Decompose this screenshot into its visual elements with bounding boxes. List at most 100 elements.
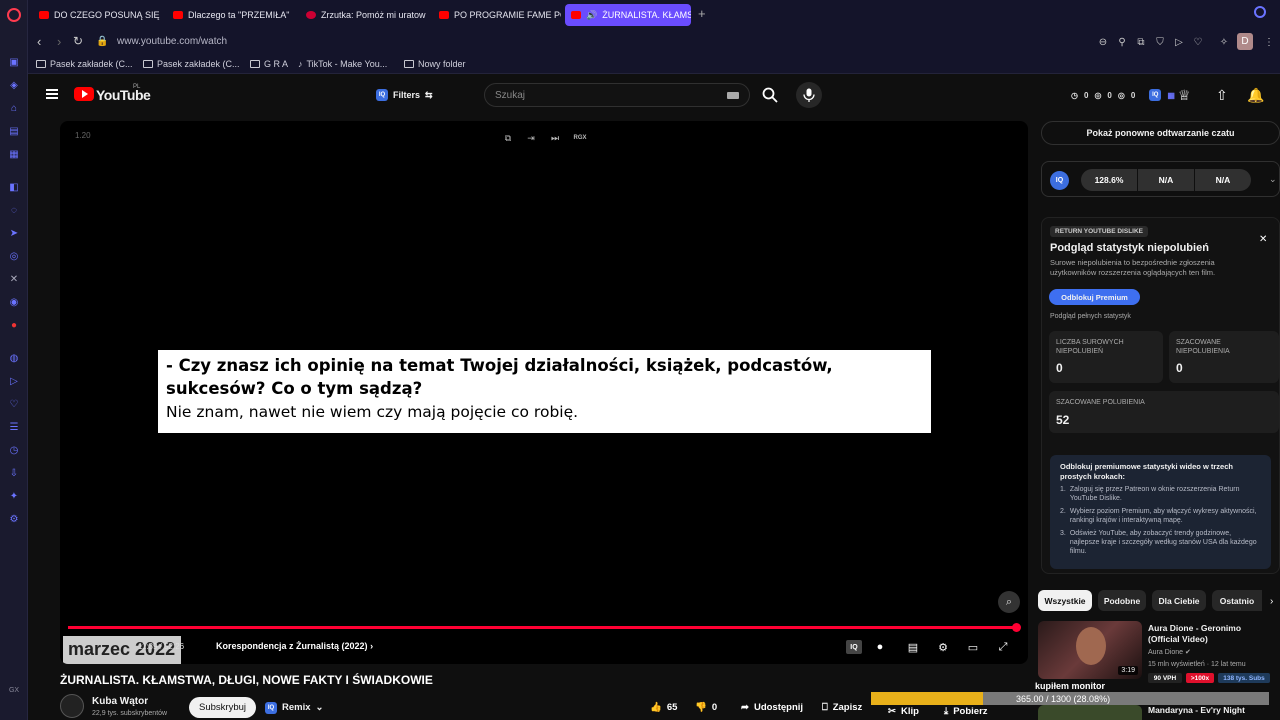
- snapshot-icon[interactable]: ⧉: [1134, 35, 1148, 49]
- bookmark-folder[interactable]: G R A: [250, 59, 288, 69]
- sidebar-messenger-icon[interactable]: ◌: [7, 203, 21, 217]
- iq-icon[interactable]: IQ: [1149, 89, 1162, 101]
- zoom-out-icon[interactable]: ⊖: [1096, 35, 1110, 49]
- stat-card: LICZBA SUROWYCH NIEPOLUBIEŃ 0: [1049, 331, 1163, 383]
- chevron-right-icon[interactable]: ›: [1270, 596, 1273, 607]
- sidebar-settings-icon[interactable]: ⚙: [7, 512, 21, 526]
- autoplay-toggle-icon[interactable]: ●: [872, 640, 888, 654]
- youtube-logo-text[interactable]: YouTube: [96, 87, 151, 103]
- sidebar-pinboard-icon[interactable]: ⌂: [7, 101, 21, 115]
- show-chat-replay-button[interactable]: Pokaż ponowne odtwarzanie czatu: [1041, 121, 1280, 145]
- bookmark-folder[interactable]: Nowy folder: [404, 59, 466, 69]
- chip-recent[interactable]: Ostatnio: [1212, 590, 1262, 611]
- save-button[interactable]: ⎕ Zapisz: [822, 697, 862, 718]
- recommendation-channel[interactable]: Aura Dione ✔: [1148, 648, 1191, 656]
- chip-for-you[interactable]: Dla Ciebie: [1152, 590, 1206, 611]
- bookmark-folder[interactable]: Pasek zakładek (C...: [36, 59, 133, 69]
- pin-icon[interactable]: ⚲: [1115, 35, 1129, 49]
- video-player[interactable]: 1.20 ⧉ ⇥ ⏭ RGX - Czy znasz ich opinię na…: [60, 121, 1028, 664]
- sidebar-chat-icon[interactable]: ◍: [7, 351, 21, 365]
- youtube-logo-icon[interactable]: [74, 87, 94, 101]
- forward-icon[interactable]: ›: [57, 34, 61, 49]
- upload-icon[interactable]: ⇧: [1216, 87, 1228, 104]
- subtitles-icon[interactable]: ▤: [905, 640, 921, 654]
- enter-icon[interactable]: ⇥: [524, 131, 538, 145]
- channel-name[interactable]: Kuba Wątor: [92, 696, 148, 707]
- browser-tab[interactable]: Dlaczego ta "PRZEMIŁA": [167, 4, 295, 26]
- sidebar-workspace-icon[interactable]: ▦: [7, 147, 21, 161]
- share-button[interactable]: ➦ Udostępnij: [741, 697, 803, 718]
- subscribe-button[interactable]: Subskrybuj: [189, 697, 256, 718]
- notifications-bell-icon[interactable]: 🔔: [1247, 87, 1264, 104]
- sidebar-downloads-icon[interactable]: ⇩: [7, 466, 21, 480]
- like-button[interactable]: 👍 65: [650, 697, 677, 718]
- browser-tab[interactable]: Zrzutka: Pomóż mi uratow: [300, 4, 428, 26]
- remix-button[interactable]: IQ Remix ⌄: [265, 697, 323, 718]
- rgx-button[interactable]: RGX: [570, 131, 590, 145]
- keyboard-icon[interactable]: [727, 92, 739, 99]
- url-field[interactable]: www.youtube.com/watch: [117, 36, 227, 47]
- sidebar-history-icon[interactable]: ◷: [7, 443, 21, 457]
- iq-icon[interactable]: IQ: [1050, 171, 1069, 190]
- badge-icon[interactable]: ♕: [1178, 87, 1191, 104]
- filters-button[interactable]: IQ Filters ⇆: [370, 84, 439, 106]
- shield-icon[interactable]: ⛉: [1153, 35, 1167, 49]
- close-icon[interactable]: ✕: [1259, 234, 1267, 245]
- search-input[interactable]: Szukaj: [484, 83, 750, 107]
- dislike-button[interactable]: 👎 0: [695, 697, 717, 718]
- popout-icon[interactable]: ⧉: [501, 131, 515, 145]
- sidebar-telegram-icon[interactable]: ➤: [7, 226, 21, 240]
- chip-all[interactable]: Wszystkie: [1038, 590, 1092, 611]
- bookmark-folder[interactable]: Pasek zakładek (C...: [143, 59, 240, 69]
- sidebar-twitch-icon[interactable]: ◧: [7, 180, 21, 194]
- sidebar-tab-islands-icon[interactable]: ▤: [7, 124, 21, 138]
- sidebar-extensions-icon[interactable]: ✦: [7, 489, 21, 503]
- menu-icon[interactable]: [46, 89, 58, 99]
- zoom-icon[interactable]: ⌕: [998, 591, 1020, 613]
- heart-icon[interactable]: ♡: [1191, 35, 1205, 49]
- recommendation-title[interactable]: Aura Dione - Geronimo (Official Video): [1148, 623, 1273, 645]
- iq-player-icon[interactable]: IQ: [846, 640, 862, 654]
- progress-knob[interactable]: [1012, 623, 1022, 632]
- profile-avatar[interactable]: D: [1237, 33, 1253, 50]
- browser-tab[interactable]: PO PROGRAMIE FAME PO: [433, 4, 561, 26]
- sidebar-x-icon[interactable]: ✕: [7, 272, 21, 286]
- bookmark-link[interactable]: ♪ TikTok - Make You...: [298, 59, 387, 69]
- sidebar-extension-icon[interactable]: ●: [7, 318, 21, 332]
- play-icon[interactable]: ▷: [1172, 35, 1186, 49]
- chip-related[interactable]: Podobne: [1098, 590, 1146, 611]
- voice-search-button[interactable]: [796, 82, 822, 108]
- search-tabs-icon[interactable]: [1254, 6, 1266, 18]
- recommendation-thumbnail[interactable]: [1038, 705, 1142, 720]
- recommendation-title[interactable]: Mandaryna - Ev'ry Night: [1148, 705, 1245, 715]
- fullscreen-icon[interactable]: ⤢: [995, 640, 1011, 654]
- search-button[interactable]: [756, 83, 784, 107]
- next-frame-icon[interactable]: ⏭: [548, 131, 562, 145]
- sidebar-instagram-icon[interactable]: ◎: [7, 249, 21, 263]
- sidebar-music-icon[interactable]: ◈: [7, 78, 21, 92]
- chapter-title[interactable]: Korespondencja z Żurnalistą (2022) ›: [216, 641, 373, 651]
- sidebar-aria-icon[interactable]: ▣: [7, 55, 21, 69]
- sidebar-list-icon[interactable]: ☰: [7, 420, 21, 434]
- browser-tab-active[interactable]: 🔊 ŻURNALISTA. KŁAMST: [565, 4, 691, 26]
- unlock-premium-button[interactable]: Odblokuj Premium: [1049, 289, 1140, 305]
- channel-avatar[interactable]: [60, 694, 84, 718]
- progress-bar[interactable]: [68, 623, 1022, 632]
- opera-logo-icon[interactable]: [7, 8, 21, 22]
- full-stats-link[interactable]: Podgląd pełnych statystyk: [1050, 313, 1131, 320]
- grid-icon[interactable]: ▦: [1167, 91, 1175, 100]
- sidebar-discord-icon[interactable]: ◉: [7, 295, 21, 309]
- sidebar-player-icon[interactable]: ▷: [7, 374, 21, 388]
- recommendation-thumbnail[interactable]: 3:19: [1038, 621, 1142, 679]
- theater-mode-icon[interactable]: ▭: [965, 640, 981, 654]
- chevron-down-icon[interactable]: ⌄: [1269, 174, 1277, 185]
- reload-icon[interactable]: ↻: [73, 34, 83, 48]
- settings-gear-icon[interactable]: ⚙: [935, 640, 951, 654]
- sidebar-gx-icon[interactable]: GX: [7, 683, 21, 697]
- new-tab-button[interactable]: +: [698, 6, 706, 21]
- menu-dots-icon[interactable]: ⋮: [1262, 35, 1276, 49]
- browser-tab[interactable]: DO CZEGO POSUNĄ SIĘ K: [33, 4, 161, 26]
- extensions-icon[interactable]: ✧: [1217, 35, 1231, 49]
- back-icon[interactable]: ‹: [37, 34, 41, 49]
- sidebar-heart-icon[interactable]: ♡: [7, 397, 21, 411]
